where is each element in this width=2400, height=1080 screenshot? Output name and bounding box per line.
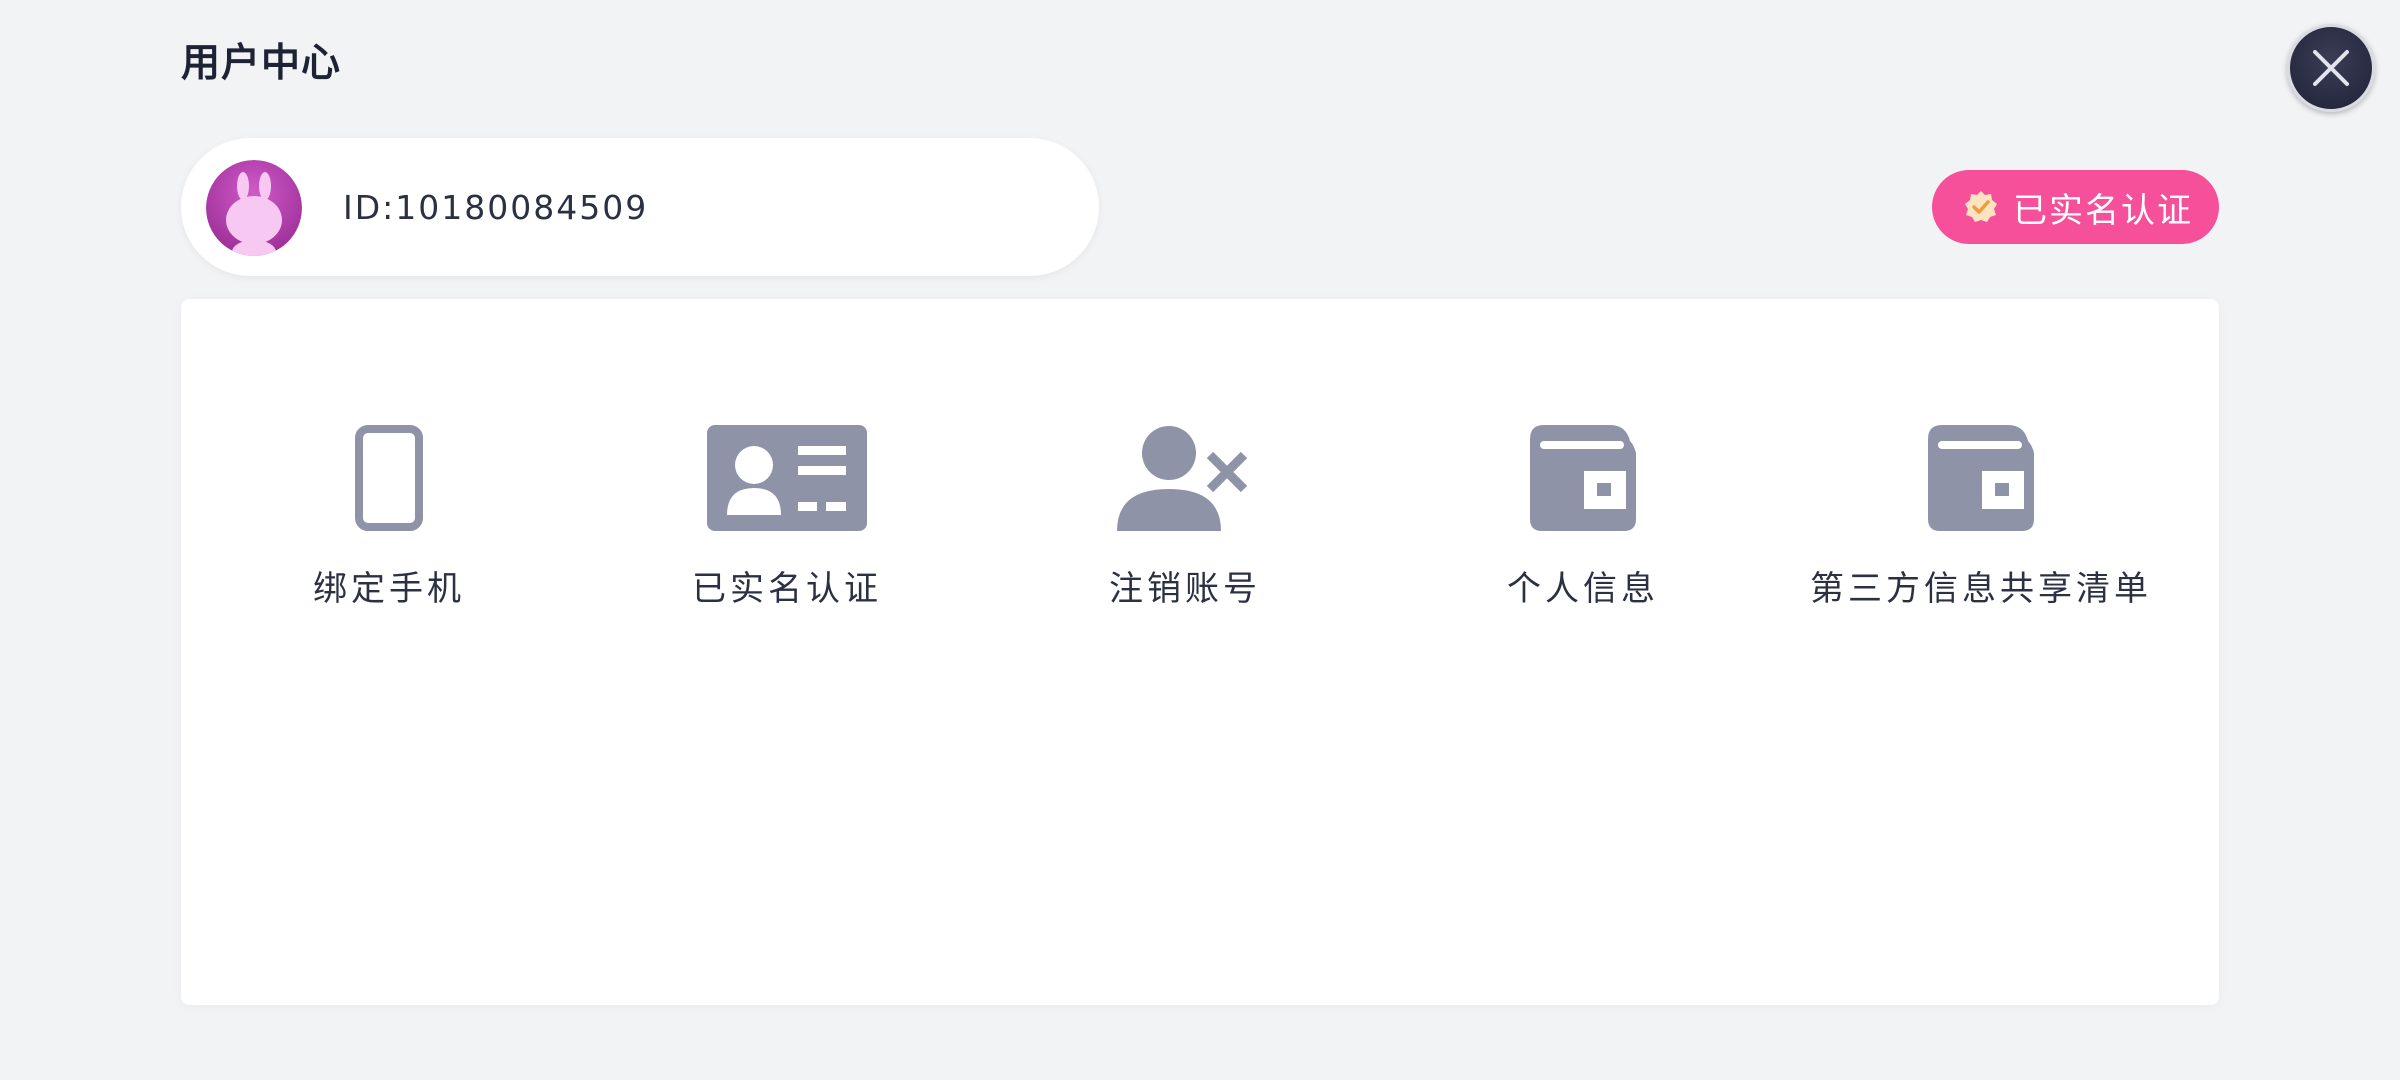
id-card-icon	[707, 425, 867, 531]
menu-card: 绑定手机 已实名认证 注销账号 个人信息 第三方信息共享清单	[181, 299, 2219, 1005]
rabbit-avatar-icon	[206, 160, 302, 256]
profile-card: ID:10180084509	[181, 138, 1099, 276]
verified-badge-label: 已实名认证	[2013, 190, 2193, 231]
phone-icon	[355, 425, 423, 531]
close-button[interactable]	[2287, 24, 2375, 112]
user-remove-icon	[1117, 426, 1251, 531]
menu-item-bind-phone[interactable]: 绑定手机	[190, 299, 588, 609]
page-title: 用户中心	[181, 41, 342, 86]
wallet-icon	[1928, 425, 2034, 531]
menu-item-label: 第三方信息共享清单	[1810, 569, 2152, 609]
menu-item-cancel-account[interactable]: 注销账号	[986, 299, 1384, 609]
menu-item-real-name[interactable]: 已实名认证	[588, 299, 986, 609]
menu-item-personal-info[interactable]: 个人信息	[1384, 299, 1782, 609]
avatar[interactable]	[206, 160, 302, 256]
menu-item-third-party-sharing[interactable]: 第三方信息共享清单	[1782, 299, 2180, 609]
close-icon	[2313, 50, 2349, 86]
verified-badge[interactable]: 已实名认证	[1932, 170, 2219, 244]
verified-check-icon	[1963, 189, 1999, 225]
user-id: ID:10180084509	[343, 187, 649, 227]
wallet-icon	[1530, 425, 1636, 531]
